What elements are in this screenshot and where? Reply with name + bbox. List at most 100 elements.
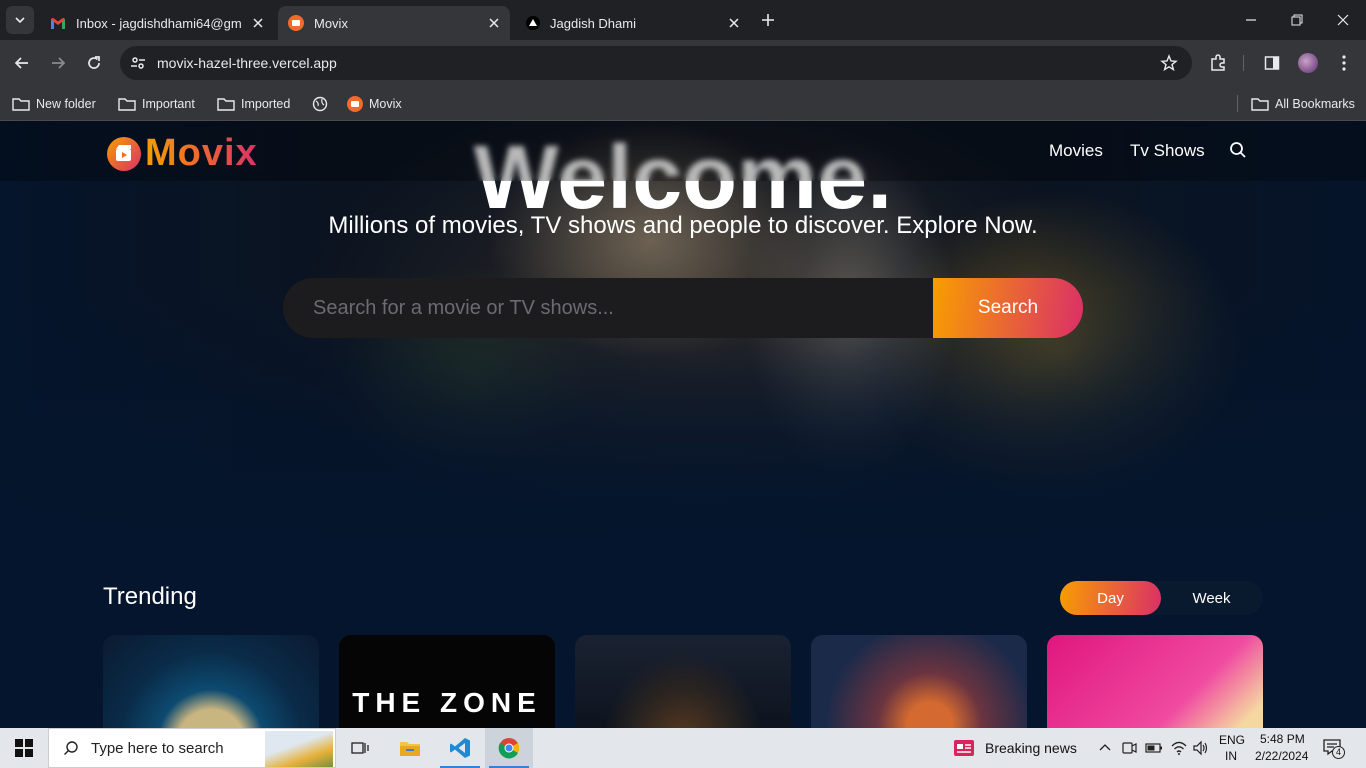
forward-button[interactable]: [44, 49, 72, 77]
language-indicator[interactable]: ENG: [1219, 733, 1245, 747]
profile-button[interactable]: [1294, 49, 1322, 77]
bookmark-label: Imported: [241, 97, 291, 111]
trending-card[interactable]: [1047, 635, 1263, 728]
trending-title: Trending: [103, 583, 197, 610]
avatar: [1298, 53, 1318, 73]
tab-title: Movix: [314, 15, 348, 31]
news-icon: [954, 740, 974, 756]
chrome-button[interactable]: [485, 728, 533, 768]
bookmark-movix[interactable]: Movix: [347, 92, 402, 116]
movix-logo-icon: [107, 136, 141, 171]
poster-title: THE ZONE: [352, 687, 542, 718]
file-explorer-button[interactable]: [386, 728, 434, 768]
tab-movix[interactable]: Movix: [278, 6, 510, 40]
bookmark-star-icon[interactable]: [1160, 54, 1178, 72]
meet-now-icon[interactable]: [1121, 740, 1137, 756]
reload-icon: [88, 56, 100, 69]
chrome-icon: [498, 738, 520, 759]
tab-title: Inbox - jagdishdhami64@gmail.com: [76, 15, 241, 31]
extensions-button[interactable]: [1204, 49, 1232, 77]
minimize-button[interactable]: [1228, 0, 1274, 40]
windows-taskbar: Type here to search Breaking news ENG IN…: [0, 728, 1366, 768]
bookmark-important[interactable]: Important: [118, 92, 195, 116]
close-icon[interactable]: [486, 15, 502, 31]
bookmark-label: New folder: [36, 97, 96, 111]
start-button[interactable]: [0, 728, 48, 768]
trending-card[interactable]: THE ZONE: [339, 635, 555, 728]
chevron-up-icon[interactable]: [1098, 741, 1112, 755]
bookmark-imported[interactable]: Imported: [217, 92, 290, 116]
search-button[interactable]: Search: [933, 278, 1083, 338]
movie-search-input[interactable]: [283, 278, 933, 338]
battery-icon[interactable]: [1145, 741, 1163, 755]
side-panel-icon: [1264, 56, 1280, 70]
chevron-down-icon: [15, 17, 25, 24]
bookmark-globe[interactable]: [312, 92, 328, 116]
notification-center-button[interactable]: 4: [1322, 738, 1345, 759]
bookmark-label: Important: [142, 97, 195, 111]
notification-count: 4: [1332, 746, 1345, 759]
vscode-button[interactable]: [436, 728, 484, 768]
folder-icon: [400, 742, 420, 756]
movix-icon: [288, 15, 304, 31]
close-icon: [1337, 14, 1349, 26]
logo-text: Movix: [145, 132, 258, 174]
trending-card[interactable]: [811, 635, 1027, 728]
trending-day-week-switch: Day Week: [1060, 581, 1263, 615]
tab-day[interactable]: Day: [1060, 581, 1161, 615]
trending-card[interactable]: [103, 635, 319, 728]
close-window-button[interactable]: [1320, 0, 1366, 40]
gmail-icon: [51, 17, 65, 29]
bookmarks-divider: [1237, 95, 1238, 112]
news-widget[interactable]: [953, 738, 975, 763]
tab-search-button[interactable]: [6, 6, 34, 34]
browser-toolbar: movix-hazel-three.vercel.app: [0, 40, 1366, 86]
reload-button[interactable]: [80, 49, 108, 77]
nav-tv-shows[interactable]: Tv Shows: [1130, 141, 1205, 161]
close-icon[interactable]: [250, 15, 266, 31]
taskbar-search-placeholder: Type here to search: [91, 739, 224, 757]
search-highlight-image: [265, 731, 333, 767]
restore-button[interactable]: [1274, 0, 1320, 40]
wifi-icon[interactable]: [1170, 740, 1188, 756]
all-bookmarks-button[interactable]: All Bookmarks: [1251, 92, 1355, 116]
arrow-right-icon: [52, 57, 66, 69]
url-text[interactable]: movix-hazel-three.vercel.app: [157, 55, 337, 71]
site-header: Movix Movies Tv Shows: [0, 121, 1366, 181]
search-icon[interactable]: [1229, 141, 1247, 159]
arrow-left-icon: [14, 57, 28, 69]
tab-vercel[interactable]: Jagdish Dhami: [516, 6, 750, 40]
news-text[interactable]: Breaking news: [985, 740, 1077, 756]
puzzle-icon: [1211, 54, 1225, 71]
menu-button[interactable]: [1330, 49, 1358, 77]
taskbar-search-box[interactable]: Type here to search: [48, 728, 336, 768]
hero-search-bar: Search: [283, 278, 1083, 338]
region-indicator[interactable]: IN: [1225, 749, 1237, 763]
minimize-icon: [1246, 19, 1256, 21]
new-tab-button[interactable]: [754, 6, 782, 34]
task-view-button[interactable]: [336, 728, 384, 768]
back-button[interactable]: [8, 49, 36, 77]
plus-icon: [762, 14, 774, 26]
more-vertical-icon: [1342, 55, 1346, 71]
folder-icon: [12, 98, 30, 111]
trending-card[interactable]: [575, 635, 791, 728]
side-panel-button[interactable]: [1258, 49, 1286, 77]
logo[interactable]: Movix: [107, 132, 258, 175]
clock-date[interactable]: 2/22/2024: [1255, 749, 1308, 763]
bookmark-new-folder[interactable]: New folder: [12, 92, 96, 116]
close-icon[interactable]: [726, 15, 742, 31]
toolbar-divider: [1243, 55, 1244, 71]
folder-icon: [217, 98, 235, 111]
tab-week[interactable]: Week: [1161, 581, 1262, 615]
address-bar[interactable]: movix-hazel-three.vercel.app: [120, 46, 1192, 80]
tab-gmail[interactable]: Inbox - jagdishdhami64@gmail.com: [40, 6, 274, 40]
movix-icon: [347, 96, 363, 112]
clock-time[interactable]: 5:48 PM: [1260, 732, 1305, 746]
site-settings-icon[interactable]: [129, 54, 147, 72]
volume-icon[interactable]: [1192, 740, 1210, 756]
restore-icon: [1291, 14, 1303, 26]
nav-movies[interactable]: Movies: [1049, 141, 1103, 161]
folder-icon: [1251, 98, 1269, 111]
vercel-icon: [526, 16, 540, 30]
